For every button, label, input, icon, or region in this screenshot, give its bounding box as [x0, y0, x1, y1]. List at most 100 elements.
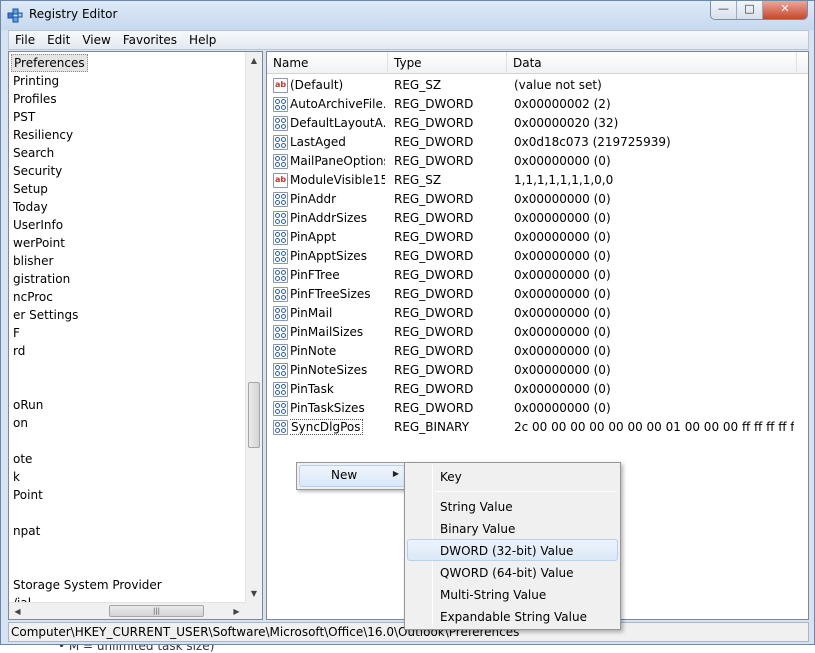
- tree-item[interactable]: [11, 360, 15, 378]
- registry-value-row[interactable]: PinMailSizes REG_DWORD 0x00000000 (0): [267, 323, 808, 342]
- registry-value-row[interactable]: PinNote REG_DWORD 0x00000000 (0): [267, 342, 808, 361]
- registry-value-row[interactable]: PinApptSizes REG_DWORD 0x00000000 (0): [267, 247, 808, 266]
- registry-value-row[interactable]: PinAddr REG_DWORD 0x00000000 (0): [267, 190, 808, 209]
- submenu-item-string-value[interactable]: String Value: [407, 495, 618, 517]
- tree-item[interactable]: gistration: [11, 270, 72, 288]
- menu-edit[interactable]: Edit: [41, 31, 76, 49]
- scroll-right-arrow-icon[interactable]: ▶: [228, 603, 245, 619]
- tree-item[interactable]: on: [11, 414, 30, 432]
- tree-item[interactable]: UserInfo: [11, 216, 65, 234]
- minimize-button[interactable]: —: [711, 1, 737, 19]
- tree-item[interactable]: Printing: [11, 72, 61, 90]
- registry-value-row[interactable]: ab ModuleVisible15 REG_SZ 1,1,1,1,1,1,1,0,0: [267, 171, 808, 190]
- tree-item[interactable]: werPoint: [11, 234, 67, 252]
- registry-value-row[interactable]: PinFTree REG_DWORD 0x00000000 (0): [267, 266, 808, 285]
- value-name-text: (Default): [290, 78, 344, 92]
- tree-item[interactable]: npat: [11, 522, 42, 540]
- submenu-item-key[interactable]: Key: [407, 465, 618, 487]
- registry-value-row[interactable]: PinNoteSizes REG_DWORD 0x00000000 (0): [267, 361, 808, 380]
- title-bar[interactable]: Registry Editor — □ ✕: [1, 1, 814, 30]
- tree-item[interactable]: Point: [11, 486, 45, 504]
- binary-value-icon: [273, 344, 288, 359]
- value-data: 0x00000000 (0): [514, 401, 611, 415]
- submenu-item-qword-value[interactable]: QWORD (64-bit) Value: [407, 561, 618, 583]
- value-name: PinApptSizes: [290, 247, 385, 266]
- key-tree-pane[interactable]: Preferences Printing Profiles PST Resiliency…: [8, 51, 263, 620]
- value-type: REG_DWORD: [394, 211, 474, 225]
- tree-horizontal-scroll-thumb[interactable]: |||: [109, 605, 204, 617]
- menu-help[interactable]: Help: [183, 31, 222, 49]
- value-type: REG_DWORD: [394, 97, 474, 111]
- submenu-item-expandable-string-value[interactable]: Expandable String Value: [407, 605, 618, 627]
- submenu-item-multi-string-value[interactable]: Multi-String Value: [407, 583, 618, 605]
- submenu-item-dword-value[interactable]: DWORD (32-bit) Value: [407, 539, 618, 561]
- tree-item[interactable]: blisher: [11, 252, 55, 270]
- registry-value-row[interactable]: PinMail REG_DWORD 0x00000000 (0): [267, 304, 808, 323]
- tree-vertical-scrollbar[interactable]: ▲ ▼: [245, 52, 262, 602]
- value-data: 0x00000000 (0): [514, 382, 611, 396]
- column-header-data[interactable]: Data: [507, 52, 797, 74]
- column-header-name[interactable]: Name: [267, 52, 388, 74]
- maximize-button[interactable]: □: [737, 1, 763, 19]
- registry-value-row[interactable]: MailPaneOptions REG_DWORD 0x00000000 (0): [267, 152, 808, 171]
- tree-item[interactable]: Security: [11, 162, 64, 180]
- tree-item[interactable]: Setup: [11, 180, 50, 198]
- binary-value-icon: [273, 268, 288, 283]
- tree-item[interactable]: Profiles: [11, 90, 59, 108]
- tree-item[interactable]: PST: [11, 108, 37, 126]
- tree-item[interactable]: F: [11, 324, 22, 342]
- value-name-text: SyncDlgPos: [290, 419, 363, 435]
- menu-favorites[interactable]: Favorites: [117, 31, 183, 49]
- binary-value-icon: [273, 97, 288, 112]
- registry-value-row[interactable]: ab (Default) REG_SZ (value not set): [267, 76, 808, 95]
- tree-item[interactable]: [11, 432, 15, 450]
- tree-vertical-scroll-thumb[interactable]: [248, 382, 260, 448]
- value-type: REG_DWORD: [394, 192, 474, 206]
- tree-item[interactable]: [11, 540, 15, 558]
- tree-item[interactable]: Today: [11, 198, 50, 216]
- column-header-type[interactable]: Type: [388, 52, 507, 74]
- value-data: 0x0d18c073 (219725939): [514, 135, 671, 149]
- submenu-item-binary-value[interactable]: Binary Value: [407, 517, 618, 539]
- value-data: 0x00000000 (0): [514, 192, 611, 206]
- menu-file[interactable]: File: [9, 31, 41, 49]
- string-value-icon: ab: [273, 173, 288, 188]
- value-name-text: LastAged: [290, 135, 346, 149]
- registry-value-row[interactable]: PinTask REG_DWORD 0x00000000 (0): [267, 380, 808, 399]
- tree-item[interactable]: [11, 504, 15, 522]
- tree-item[interactable]: [11, 558, 15, 576]
- registry-value-row[interactable]: PinAddrSizes REG_DWORD 0x00000000 (0): [267, 209, 808, 228]
- menu-view[interactable]: View: [76, 31, 116, 49]
- tree-item[interactable]: oRun: [11, 396, 45, 414]
- scroll-down-arrow-icon[interactable]: ▼: [246, 585, 262, 602]
- registry-value-row[interactable]: PinTaskSizes REG_DWORD 0x00000000 (0): [267, 399, 808, 418]
- value-name: PinAddr: [290, 190, 385, 209]
- tree-item[interactable]: ote: [11, 450, 34, 468]
- tree-item[interactable]: [11, 378, 15, 396]
- value-data: 0x00000000 (0): [514, 344, 611, 358]
- registry-value-row[interactable]: AutoArchiveFile... REG_DWORD 0x00000002 (2…: [267, 95, 808, 114]
- binary-value-icon: [273, 287, 288, 302]
- close-button[interactable]: ✕: [763, 1, 807, 19]
- value-name: PinMail: [290, 304, 385, 323]
- tree-item[interactable]: Storage System Provider: [11, 576, 164, 594]
- value-name: PinFTreeSizes: [290, 285, 385, 304]
- registry-value-row[interactable]: LastAged REG_DWORD 0x0d18c073 (219725939): [267, 133, 808, 152]
- tree-item[interactable]: er Settings: [11, 306, 80, 324]
- tree-item[interactable]: Search: [11, 144, 56, 162]
- registry-value-row[interactable]: PinAppt REG_DWORD 0x00000000 (0): [267, 228, 808, 247]
- tree-item[interactable]: Resiliency: [11, 126, 75, 144]
- tree-item[interactable]: Preferences: [11, 54, 88, 72]
- tree-item[interactable]: ncProc: [11, 288, 55, 306]
- scroll-left-arrow-icon[interactable]: ◀: [9, 603, 26, 619]
- tree-item[interactable]: k: [11, 468, 22, 486]
- tree-horizontal-scrollbar[interactable]: ◀ ||| ▶: [9, 602, 262, 619]
- registry-value-row[interactable]: SyncDlgPos REG_BINARY 2c 00 00 00 00 00 00…: [267, 418, 808, 437]
- value-name: PinNote: [290, 342, 385, 361]
- value-name-text: PinAddr: [290, 192, 337, 206]
- scroll-up-arrow-icon[interactable]: ▲: [246, 52, 262, 69]
- registry-value-row[interactable]: DefaultLayoutA... REG_DWORD 0x00000020 (32…: [267, 114, 808, 133]
- value-data: 0x00000000 (0): [514, 211, 611, 225]
- registry-value-row[interactable]: PinFTreeSizes REG_DWORD 0x00000000 (0): [267, 285, 808, 304]
- tree-item[interactable]: rd: [11, 342, 27, 360]
